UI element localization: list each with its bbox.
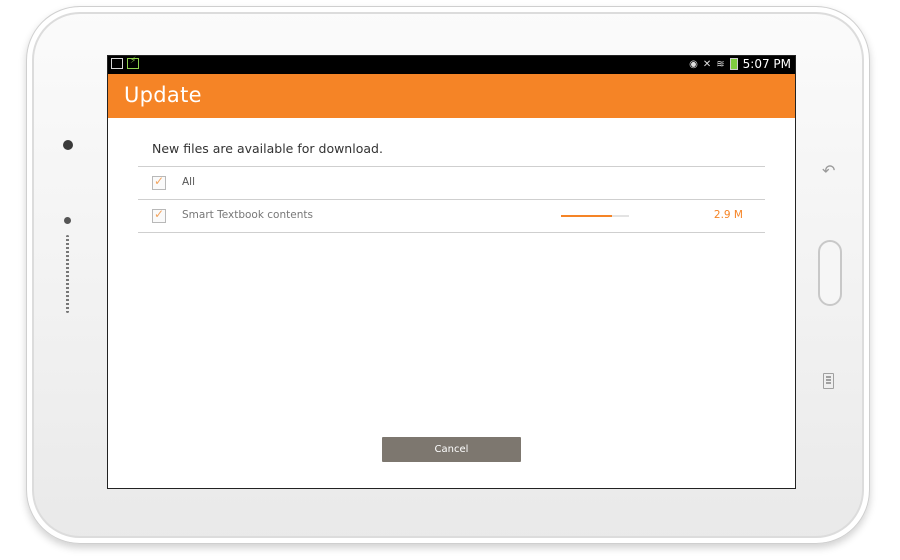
smart-textbook-checkbox[interactable]: ✓ (152, 207, 166, 223)
all-label: All (182, 176, 196, 188)
page-title: Update (124, 83, 202, 107)
back-key-icon[interactable]: ↶ (822, 163, 835, 179)
check-icon: ✓ (154, 207, 165, 221)
check-icon: ✓ (154, 174, 165, 188)
front-camera (63, 140, 73, 150)
light-sensor (64, 217, 71, 224)
all-checkbox[interactable]: ✓ (152, 174, 166, 190)
screen: ◉ ✕ ≋ 5:07 PM Update New files are avail… (107, 55, 796, 489)
list-item-smart-textbook[interactable]: ✓ Smart Textbook contents 2.9 M (138, 200, 765, 233)
charging-icon (127, 56, 139, 69)
download-progress-fill (561, 215, 612, 217)
home-button[interactable] (818, 240, 842, 306)
update-dialog: New files are available for download. ✓ … (108, 118, 795, 488)
status-time: 5:07 PM (742, 57, 791, 71)
list-item-all[interactable]: ✓ All (138, 167, 765, 200)
file-size: 2.9 M (713, 209, 743, 221)
download-progress-bar (561, 215, 629, 217)
cancel-button[interactable]: Cancel (382, 437, 521, 462)
speaker-grille (66, 235, 69, 313)
eye-icon: ◉ (689, 58, 698, 70)
mute-icon: ✕ (702, 58, 712, 70)
menu-key-icon[interactable] (823, 373, 834, 389)
wifi-icon: ≋ (716, 58, 725, 70)
update-message: New files are available for download. (152, 141, 383, 156)
status-bar: ◉ ✕ ≋ 5:07 PM (108, 56, 795, 74)
title-bar: Update (108, 74, 795, 118)
battery-icon (729, 58, 738, 70)
smart-textbook-label: Smart Textbook contents (182, 209, 313, 221)
image-icon (111, 58, 123, 69)
